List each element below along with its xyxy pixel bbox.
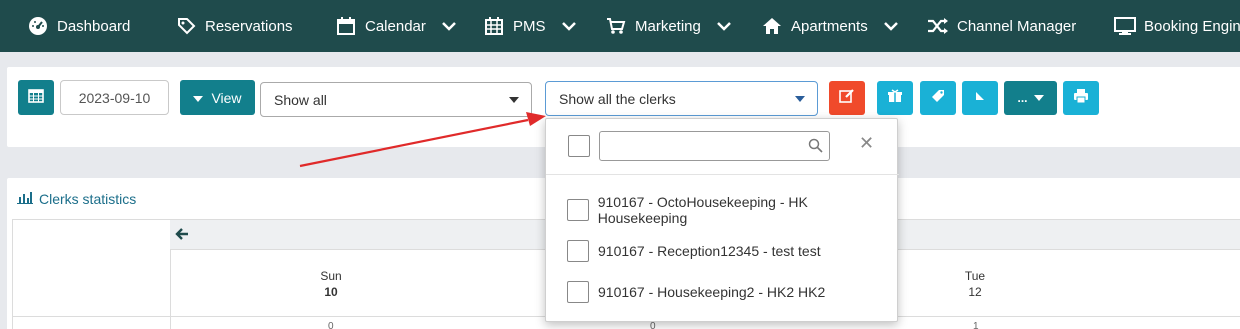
annotation-arrow [299, 112, 546, 168]
